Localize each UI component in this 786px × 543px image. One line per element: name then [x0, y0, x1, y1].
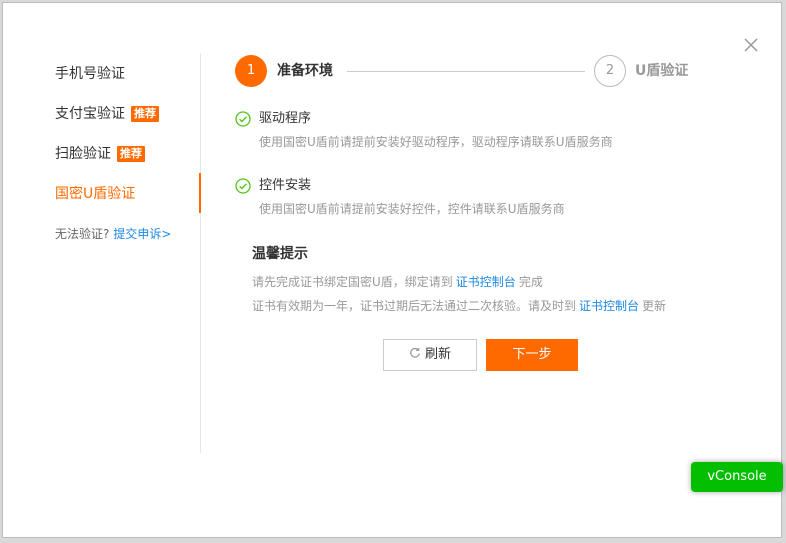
verification-dialog: 手机号验证 支付宝验证 推荐 扫脸验证 推荐 国密U盾验证 无法验证? 提交申诉>…: [2, 2, 782, 538]
appeal-help: 无法验证? 提交申诉>: [55, 225, 171, 242]
tips-title: 温馨提示: [252, 246, 308, 262]
check-desc: 使用国密U盾前请提前安装好驱动程序，驱动程序请联系U盾服务商: [259, 135, 613, 149]
tip-text: 更新: [642, 299, 667, 313]
recommend-badge: 推荐: [131, 106, 159, 122]
step-1-label: 准备环境: [277, 63, 333, 79]
tip-line-2: 证书有效期为一年，证书过期后无法通过二次核验。请及时到 证书控制台 更新: [252, 297, 666, 315]
sidebar-item-usb-key[interactable]: 国密U盾验证: [55, 182, 135, 206]
step-1-number: 1: [235, 55, 267, 87]
sidebar-item-face-scan[interactable]: 扫脸验证 推荐: [55, 142, 145, 166]
sidebar-item-label: 扫脸验证: [55, 146, 111, 162]
sidebar-item-label: 国密U盾验证: [55, 186, 136, 202]
refresh-icon: [409, 341, 421, 358]
refresh-label: 刷新: [424, 347, 451, 362]
next-step-button[interactable]: 下一步: [486, 339, 578, 371]
appeal-link[interactable]: 提交申诉>: [113, 227, 171, 241]
cert-console-link[interactable]: 证书控制台: [579, 299, 639, 313]
refresh-button[interactable]: 刷新: [383, 339, 477, 371]
check-title: 驱动程序: [259, 111, 312, 126]
tip-text: 证书有效期为一年，证书过期后无法通过二次核验。请及时到: [252, 299, 577, 313]
step-2-label: U盾验证: [635, 63, 689, 79]
vconsole-button[interactable]: vConsole: [691, 462, 783, 492]
check-desc: 使用国密U盾前请提前安装好控件，控件请联系U盾服务商: [259, 202, 565, 216]
sidebar-item-label: 手机号验证: [55, 66, 125, 82]
close-icon[interactable]: [743, 37, 761, 55]
stepper: 1 准备环境 2 U盾验证: [235, 55, 705, 89]
check-circle-icon: [235, 178, 251, 194]
verification-method-sidebar: 手机号验证 支付宝验证 推荐 扫脸验证 推荐 国密U盾验证 无法验证? 提交申诉>: [3, 53, 201, 453]
recommend-badge: 推荐: [117, 146, 145, 162]
cert-console-link[interactable]: 证书控制台: [456, 275, 516, 289]
step-2-number: 2: [594, 55, 626, 87]
tip-line-1: 请先完成证书绑定国密U盾，绑定请到 证书控制台 完成: [252, 273, 543, 291]
sidebar-item-label: 支付宝验证: [55, 106, 125, 122]
tip-text: 请先完成证书绑定国密U盾，绑定请到: [252, 275, 453, 289]
tip-text: 完成: [518, 275, 543, 289]
sidebar-item-alipay[interactable]: 支付宝验证 推荐: [55, 102, 159, 126]
sidebar-item-phone[interactable]: 手机号验证: [55, 62, 125, 86]
check-circle-icon: [235, 111, 251, 127]
active-indicator: [199, 173, 201, 213]
help-text: 无法验证?: [55, 227, 110, 241]
step-connector: [347, 71, 585, 72]
check-title: 控件安装: [259, 178, 312, 193]
